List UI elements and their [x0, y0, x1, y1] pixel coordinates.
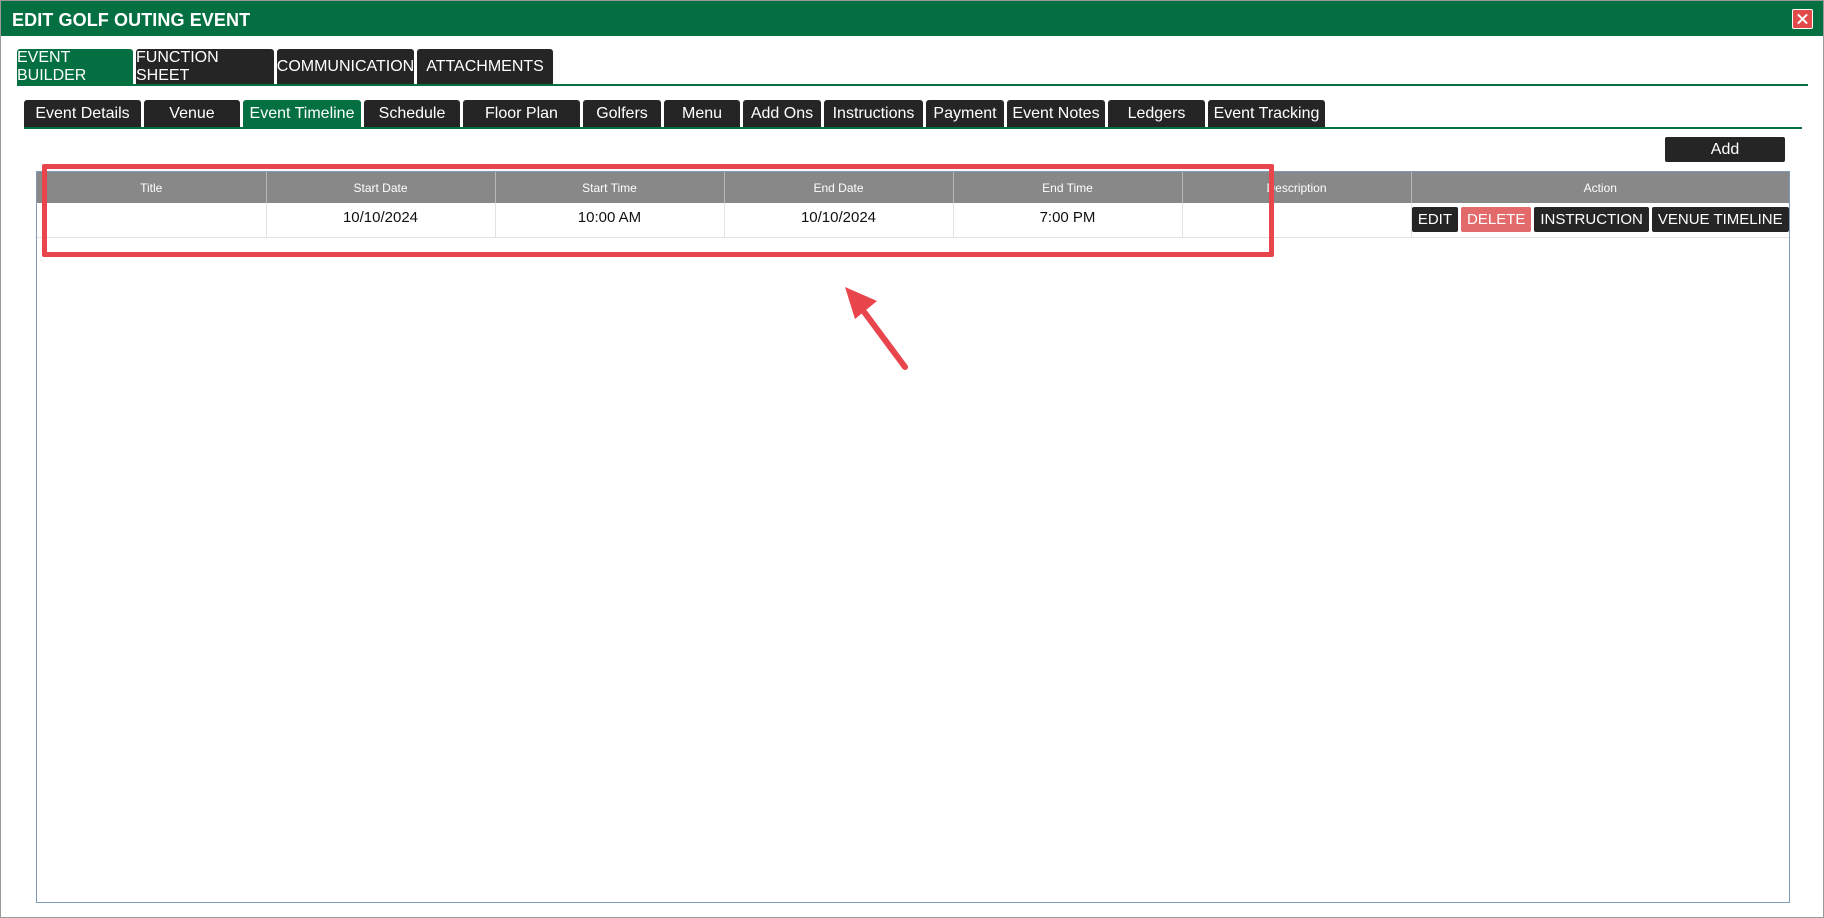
column-header-title[interactable]: Title [37, 172, 267, 203]
column-header-description[interactable]: Description [1182, 172, 1412, 203]
cell-actions: EDIT DELETE INSTRUCTION VENUE TIMELINE [1411, 203, 1790, 238]
cell-start-time: 10:00 AM [495, 203, 725, 238]
timeline-grid: Title Start Date Start Time End Date End… [36, 171, 1790, 903]
table-header-row: Title Start Date Start Time End Date End… [37, 172, 1789, 203]
tab-event-timeline[interactable]: Event Timeline [243, 100, 361, 128]
tab-floor-plan[interactable]: Floor Plan [463, 100, 580, 128]
tab-venue[interactable]: Venue [144, 100, 240, 128]
tab-schedule[interactable]: Schedule [364, 100, 460, 128]
delete-button[interactable]: DELETE [1461, 207, 1532, 233]
column-header-end-time[interactable]: End Time [953, 172, 1183, 203]
tab-golfers[interactable]: Golfers [583, 100, 661, 128]
tab-communication[interactable]: COMMUNICATION [277, 49, 414, 85]
tab-attachments[interactable]: ATTACHMENTS [417, 49, 553, 85]
tab-event-details[interactable]: Event Details [24, 100, 141, 128]
row-action-group: EDIT DELETE INSTRUCTION VENUE TIMELINE [1411, 207, 1790, 233]
close-icon[interactable] [1792, 9, 1813, 29]
window-title: EDIT GOLF OUTING EVENT [12, 10, 251, 30]
sub-tab-underline [24, 127, 1802, 129]
edit-button[interactable]: EDIT [1411, 207, 1459, 233]
cell-start-date: 10/10/2024 [266, 203, 496, 238]
tab-instructions[interactable]: Instructions [824, 100, 923, 128]
timeline-table: Title Start Date Start Time End Date End… [37, 172, 1789, 238]
table-row[interactable]: 10/10/2024 10:00 AM 10/10/2024 7:00 PM E… [37, 203, 1790, 238]
cell-description [1182, 203, 1412, 238]
column-header-start-date[interactable]: Start Date [266, 172, 496, 203]
tab-event-builder[interactable]: EVENT BUILDER [17, 49, 133, 85]
add-button[interactable]: Add [1665, 137, 1785, 162]
cell-title [37, 203, 267, 238]
column-header-action: Action [1411, 172, 1789, 203]
tab-add-ons[interactable]: Add Ons [743, 100, 821, 128]
main-tab-bar: EVENT BUILDER FUNCTION SHEET COMMUNICATI… [17, 49, 556, 85]
instruction-button[interactable]: INSTRUCTION [1534, 207, 1649, 233]
sub-tab-bar: Event Details Venue Event Timeline Sched… [24, 100, 1328, 128]
tab-event-tracking[interactable]: Event Tracking [1208, 100, 1325, 128]
tab-event-notes[interactable]: Event Notes [1007, 100, 1105, 128]
venue-timeline-button[interactable]: VENUE TIMELINE [1651, 207, 1789, 233]
tab-ledgers[interactable]: Ledgers [1108, 100, 1205, 128]
title-bar: EDIT GOLF OUTING EVENT [1, 1, 1823, 36]
tab-payment[interactable]: Payment [926, 100, 1004, 128]
main-tab-underline [17, 84, 1808, 86]
tab-function-sheet[interactable]: FUNCTION SHEET [136, 49, 274, 85]
tab-menu[interactable]: Menu [664, 100, 740, 128]
edit-event-window: EDIT GOLF OUTING EVENT EVENT BUILDER FUN… [0, 0, 1824, 918]
cell-end-date: 10/10/2024 [724, 203, 954, 238]
column-header-end-date[interactable]: End Date [724, 172, 954, 203]
cell-end-time: 7:00 PM [953, 203, 1183, 238]
column-header-start-time[interactable]: Start Time [495, 172, 725, 203]
